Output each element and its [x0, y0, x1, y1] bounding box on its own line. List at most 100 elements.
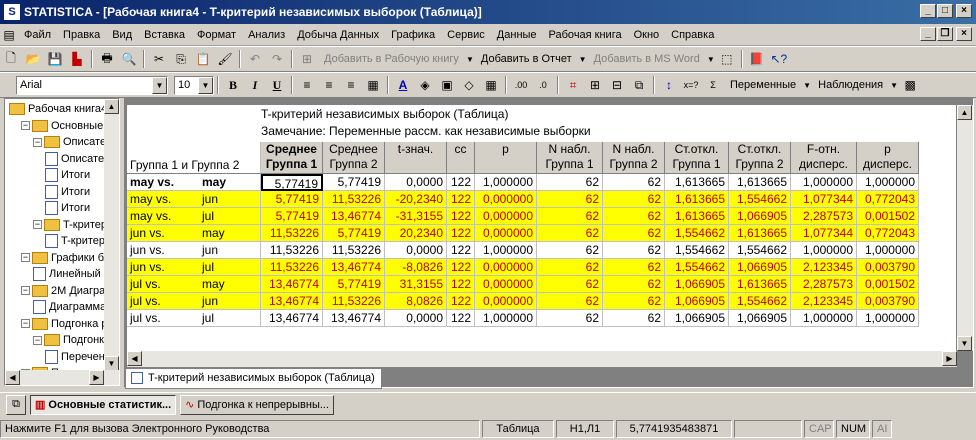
table-cell[interactable]: 62	[537, 208, 603, 225]
table-cell[interactable]: 1,613665	[729, 174, 791, 191]
open-folder-icon[interactable]: 📂	[23, 49, 43, 69]
row-header[interactable]: jul vs. jun	[127, 293, 261, 310]
table-cell[interactable]: 1,000000	[475, 310, 537, 327]
table-cell[interactable]: 1,000000	[791, 310, 857, 327]
table-cell[interactable]: 13,46774	[261, 293, 323, 310]
table-cell[interactable]: 1,066905	[665, 276, 729, 293]
tree-item[interactable]: Итоги	[45, 184, 90, 200]
task-basic-stats[interactable]: ▥ Основные статистик...	[30, 394, 177, 415]
delete-cells-icon[interactable]: ⊟	[607, 75, 627, 95]
row-header[interactable]: jun vs. jul	[127, 259, 261, 276]
font-color-icon[interactable]: A	[393, 75, 413, 95]
table-cell[interactable]: 1,613665	[729, 276, 791, 293]
table-cell[interactable]: 0,001502	[857, 208, 919, 225]
menu-item[interactable]: Данные	[491, 25, 543, 45]
tree-item[interactable]: Итоги	[45, 200, 90, 216]
table-cell[interactable]: 62	[537, 225, 603, 242]
column-header[interactable]: N набл. Группа 2	[603, 142, 665, 174]
table-cell[interactable]: 122	[447, 242, 475, 259]
row-header[interactable]: jun vs. may	[127, 225, 261, 242]
observations-button[interactable]: Наблюдения	[812, 79, 889, 91]
print-icon[interactable]: 🖶	[97, 49, 117, 69]
table-cell[interactable]: 1,554662	[729, 293, 791, 310]
borders-icon[interactable]: ▣	[437, 75, 457, 95]
table-cell[interactable]: 1,066905	[665, 293, 729, 310]
table-cell[interactable]: 0,000000	[475, 259, 537, 276]
table-cell[interactable]: 0,772043	[857, 191, 919, 208]
redo-icon[interactable]: ↷	[267, 49, 287, 69]
table-cell[interactable]: 62	[537, 191, 603, 208]
column-header[interactable]: Среднее Группа 1	[261, 142, 323, 174]
undo-icon[interactable]: ↶	[245, 49, 265, 69]
table-cell[interactable]: -20,2340	[385, 191, 447, 208]
table-cell[interactable]: 1,613665	[665, 191, 729, 208]
table-cell[interactable]: 122	[447, 191, 475, 208]
table-cell[interactable]: 13,46774	[261, 276, 323, 293]
scroll-up-icon[interactable]: ▲	[957, 105, 972, 120]
scroll-left-icon[interactable]: ◀	[5, 370, 20, 385]
grid-horizontal-scrollbar[interactable]: ◀ ▶	[127, 351, 957, 367]
sort-icon[interactable]: ↕	[659, 75, 679, 95]
table-cell[interactable]: 11,53226	[261, 242, 323, 259]
table-cell[interactable]: 62	[603, 259, 665, 276]
table-cell[interactable]: 0,0000	[385, 310, 447, 327]
table-cell[interactable]: 122	[447, 225, 475, 242]
table-cell[interactable]: 2,287573	[791, 276, 857, 293]
table-cell[interactable]: 5,77419	[261, 208, 323, 225]
menu-item[interactable]: Справка	[665, 25, 720, 45]
table-cell[interactable]: 62	[603, 293, 665, 310]
table-cell[interactable]: 1,066905	[729, 310, 791, 327]
collapse-icon[interactable]: −	[21, 286, 30, 295]
collapse-icon[interactable]: −	[21, 319, 30, 328]
close-button[interactable]: ×	[956, 4, 972, 18]
copy-icon[interactable]: ⎘	[171, 49, 191, 69]
sheet-tab[interactable]: T-критерий независимых выборок (Таблица)	[125, 369, 382, 389]
align-right-icon[interactable]: ≡	[341, 75, 361, 95]
decrease-decimals-icon[interactable]: .0	[533, 75, 553, 95]
scroll-down-icon[interactable]: ▼	[104, 356, 119, 371]
menu-item[interactable]: Сервис	[441, 25, 491, 45]
maximize-button[interactable]: □	[937, 4, 953, 18]
table-cell[interactable]: 0,000000	[475, 276, 537, 293]
table-cell[interactable]: 11,53226	[323, 191, 385, 208]
tag-icon[interactable]: ◇	[459, 75, 479, 95]
cut-icon[interactable]: ✂	[149, 49, 169, 69]
table-cell[interactable]: 1,000000	[791, 174, 857, 191]
italic-button[interactable]: I	[245, 75, 265, 95]
row-header[interactable]: jul vs. may	[127, 276, 261, 293]
scroll-down-icon[interactable]: ▼	[957, 336, 972, 351]
table-cell[interactable]: 62	[603, 208, 665, 225]
print-preview-icon[interactable]: 🔍	[119, 49, 139, 69]
align-center-icon[interactable]: ≡	[319, 75, 339, 95]
table-cell[interactable]: 1,000000	[857, 310, 919, 327]
format-painter-icon[interactable]: 🖌	[215, 49, 235, 69]
tree-item[interactable]: Перечень	[45, 349, 111, 365]
align-left-icon[interactable]: ≡	[297, 75, 317, 95]
table-cell[interactable]: 122	[447, 208, 475, 225]
grid-icon[interactable]: ▦	[481, 75, 501, 95]
tree-vertical-scrollbar[interactable]: ▲ ▼	[104, 99, 119, 371]
collapse-icon[interactable]: −	[33, 335, 42, 345]
table-cell[interactable]: 11,53226	[261, 259, 323, 276]
table-cell[interactable]: 20,2340	[385, 225, 447, 242]
tree-item[interactable]: Итоги	[45, 167, 90, 183]
cell-pattern-icon[interactable]: ▩	[900, 75, 920, 95]
table-cell[interactable]: 0,000000	[475, 191, 537, 208]
table-cell[interactable]: 1,613665	[665, 208, 729, 225]
row-header[interactable]: may vs. jun	[127, 191, 261, 208]
table-cell[interactable]: 1,554662	[665, 225, 729, 242]
table-cell[interactable]: 122	[447, 310, 475, 327]
table-cell[interactable]: 62	[603, 174, 665, 191]
column-header[interactable]: Среднее Группа 2	[323, 142, 385, 174]
table-cell[interactable]: 1,554662	[729, 191, 791, 208]
column-header[interactable]: p дисперс.	[857, 142, 919, 174]
table-cell[interactable]: 62	[603, 225, 665, 242]
copy-table-icon[interactable]: ⧉	[629, 75, 649, 95]
table-cell[interactable]: 1,613665	[729, 225, 791, 242]
table-cell[interactable]: 1,000000	[475, 174, 537, 191]
scroll-right-icon[interactable]: ▶	[89, 370, 104, 385]
table-cell[interactable]: 1,066905	[665, 310, 729, 327]
table-cell[interactable]: 62	[537, 174, 603, 191]
menu-item[interactable]: Добыча Данных	[291, 25, 385, 45]
table-cell[interactable]: 5,77419	[261, 174, 323, 191]
